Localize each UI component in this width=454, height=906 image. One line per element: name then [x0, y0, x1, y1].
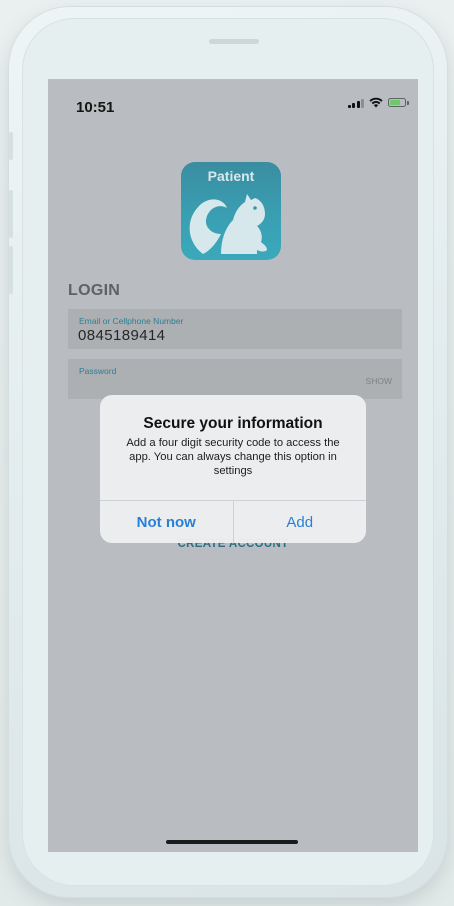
password-field[interactable]: Password SHOW — [68, 359, 402, 399]
status-icons — [347, 97, 409, 108]
battery-icon — [388, 98, 409, 107]
password-field-label: Password — [79, 366, 117, 376]
dialog-message: Add a four digit security code to access… — [126, 437, 340, 478]
dialog-title: Secure your information — [143, 415, 323, 432]
speaker-grille — [209, 39, 259, 44]
show-password-button[interactable]: SHOW — [366, 376, 392, 386]
login-heading: LOGIN — [68, 282, 121, 299]
device-frame: 10:51 Patient LOGIN Email or Cellphone N… — [0, 0, 454, 906]
signal-icon — [347, 98, 364, 108]
home-indicator[interactable] — [166, 840, 298, 844]
status-time: 10:51 — [76, 99, 115, 116]
email-field[interactable]: Email or Cellphone Number 0845189414 — [68, 309, 402, 349]
email-field-value[interactable]: 0845189414 — [78, 327, 165, 344]
wifi-icon — [369, 97, 383, 108]
app-logo: Patient — [181, 162, 281, 260]
email-field-label: Email or Cellphone Number — [79, 316, 184, 326]
secure-info-dialog: Secure your information Add a four digit… — [100, 395, 366, 543]
dialog-actions: Not now Add — [100, 500, 366, 543]
not-now-button[interactable]: Not now — [100, 501, 233, 543]
squirrel-icon — [189, 194, 267, 254]
volume-down-button — [9, 246, 13, 294]
add-button[interactable]: Add — [234, 501, 367, 543]
phone-screen: 10:51 Patient LOGIN Email or Cellphone N… — [48, 79, 418, 852]
volume-up-button — [9, 190, 13, 238]
mute-switch — [9, 132, 13, 160]
